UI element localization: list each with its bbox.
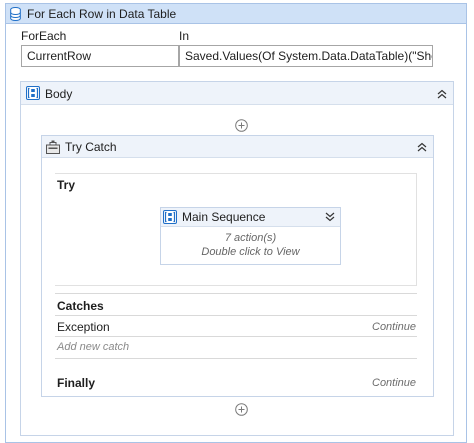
add-activity-bottom-icon[interactable]: [235, 403, 248, 416]
foreach-input[interactable]: CurrentRow: [21, 45, 179, 67]
actions-count-text: 7 action(s): [224, 232, 277, 244]
sequence-icon: [163, 210, 177, 224]
main-sequence-title: Main Sequence: [182, 210, 266, 224]
main-sequence-activity[interactable]: Main Sequence 7 action(s) Double click t…: [160, 207, 341, 265]
finally-divider: [55, 358, 417, 359]
body-title: Body: [45, 87, 73, 101]
in-label: In: [179, 29, 190, 43]
finally-label: Finally: [57, 376, 96, 390]
catch-action[interactable]: Continue: [372, 321, 416, 333]
double-click-hint: Double click to View: [201, 246, 300, 258]
catch-exception-type[interactable]: Exception: [57, 320, 110, 334]
foreach-label: ForEach: [21, 29, 67, 43]
double-chevron-up-icon[interactable]: [436, 88, 448, 100]
double-chevron-down-icon[interactable]: [324, 211, 336, 223]
try-section[interactable]: Try Main Sequence 7 action(s) Double cli…: [55, 173, 417, 286]
for-each-row-activity[interactable]: For Each Row in Data Table ForEach Curre…: [5, 3, 467, 443]
add-new-catch-link[interactable]: Add new catch: [57, 341, 129, 353]
sequence-icon: [26, 86, 40, 100]
catches-label: Catches: [57, 299, 104, 313]
catches-divider: [55, 293, 417, 294]
double-chevron-up-icon[interactable]: [416, 141, 428, 153]
add-activity-top-icon[interactable]: [235, 119, 248, 132]
finally-action[interactable]: Continue: [372, 377, 416, 389]
try-catch-title: Try Catch: [65, 140, 117, 154]
try-catch-header[interactable]: Try Catch: [42, 136, 433, 158]
main-sequence-header[interactable]: Main Sequence: [161, 208, 340, 227]
body-header[interactable]: Body: [21, 82, 453, 105]
activity-title: For Each Row in Data Table: [27, 7, 177, 21]
in-input[interactable]: Saved.Values(Of System.Data.DataTable)("…: [179, 45, 433, 67]
catches-header-divider: [55, 315, 417, 316]
body-container[interactable]: Body Try Catch Try Main Sequence 7 actio…: [20, 81, 454, 436]
try-label: Try: [57, 178, 76, 192]
try-catch-activity[interactable]: Try Catch Try Main Sequence 7 action(s) …: [41, 135, 434, 397]
activity-header[interactable]: For Each Row in Data Table: [6, 4, 466, 24]
database-icon: [10, 7, 21, 21]
try-catch-icon: [46, 140, 60, 154]
catch-row-divider: [55, 336, 417, 337]
